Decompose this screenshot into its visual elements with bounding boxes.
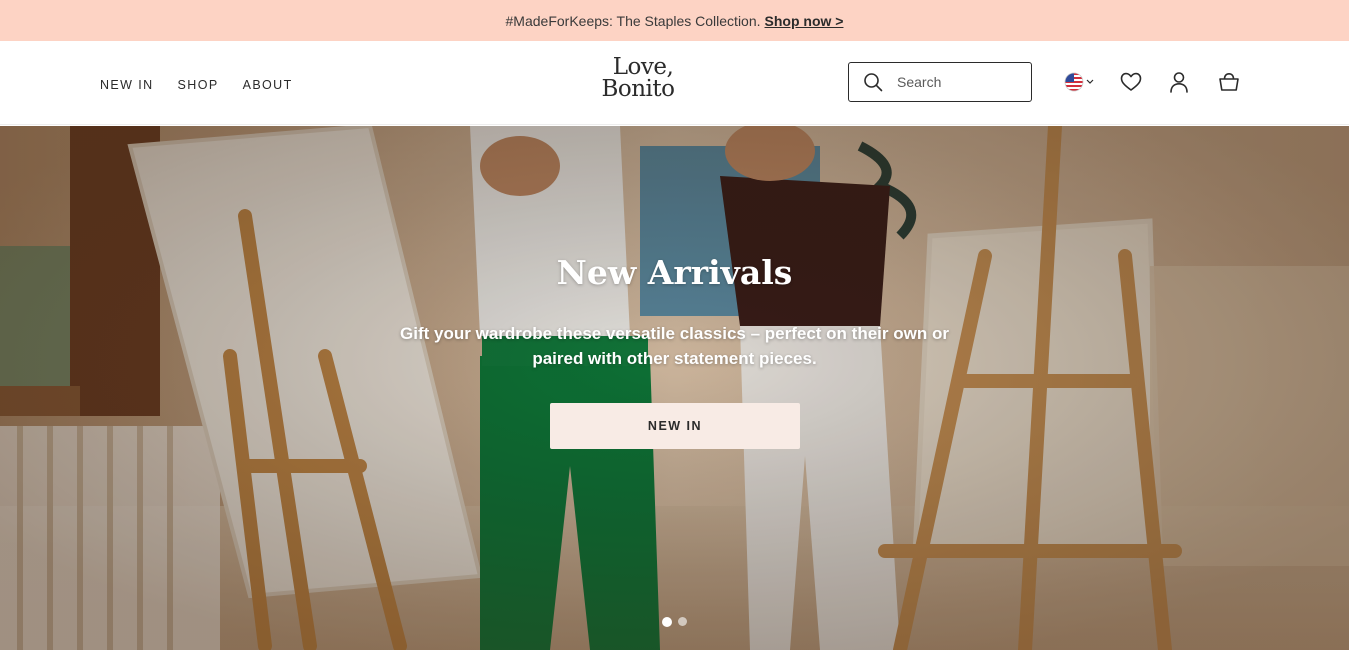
site-header: NEW IN SHOP ABOUT Love, Bonito [0,41,1349,125]
carousel-dots [662,617,687,627]
main-nav: NEW IN SHOP ABOUT [100,78,317,92]
carousel-dot-2[interactable] [678,617,687,626]
user-icon [1170,72,1188,93]
logo-line-1: Love, [612,54,674,80]
hero-title: New Arrivals [556,253,793,292]
heart-icon [1120,72,1142,91]
search-icon [864,73,883,92]
us-flag-icon [1064,72,1094,92]
new-in-cta-button[interactable]: NEW IN [550,403,800,449]
search-input[interactable] [897,74,1017,90]
nav-item-about[interactable]: ABOUT [243,78,293,92]
hero-banner[interactable]: New Arrivals Gift your wardrobe these ve… [0,126,1349,650]
logo-line-2: Bonito [601,76,675,102]
search-box[interactable] [848,62,1032,102]
shopping-bag-icon [1219,72,1239,91]
hero-subtitle: Gift your wardrobe these versatile class… [400,324,949,368]
country-selector[interactable] [1064,69,1098,95]
cart-button[interactable] [1216,69,1242,95]
nav-item-new-in[interactable]: NEW IN [100,78,154,92]
nav-item-shop[interactable]: SHOP [178,78,219,92]
brand-logo[interactable]: Love, Bonito [594,56,686,108]
hero-image [0,126,1349,650]
chevron-down-icon [1086,79,1094,84]
wishlist-button[interactable] [1118,69,1144,95]
account-button[interactable] [1166,69,1192,95]
announcement-bar: #MadeForKeeps: The Staples Collection. S… [0,0,1349,41]
shop-now-link[interactable]: Shop now > [765,13,844,29]
page-divider [0,650,1349,657]
announcement-text: #MadeForKeeps: The Staples Collection. [505,12,761,29]
carousel-dot-1[interactable] [662,617,672,627]
